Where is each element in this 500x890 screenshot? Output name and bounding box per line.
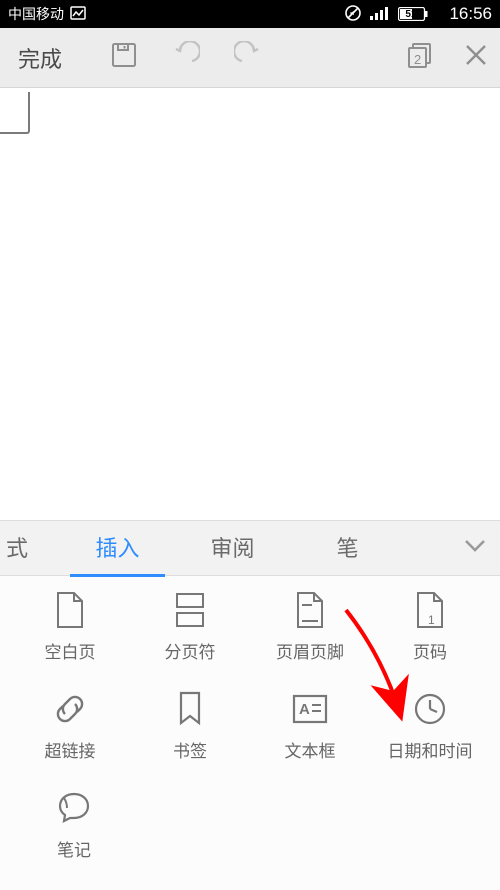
svg-text:A: A — [299, 701, 310, 718]
clock-label: 16:56 — [449, 4, 492, 24]
item-hyperlink[interactable]: 超链接 — [14, 689, 126, 762]
bookmark-label: 书签 — [173, 737, 207, 762]
screenshot-icon — [70, 6, 86, 23]
header-footer-icon — [290, 590, 330, 630]
page-break-label: 分页符 — [165, 638, 216, 663]
bookmark-icon — [170, 689, 210, 729]
document-canvas[interactable] — [0, 88, 500, 520]
textbox-icon: A — [290, 689, 330, 729]
blank-page-icon — [50, 590, 90, 630]
close-icon[interactable] — [462, 41, 490, 74]
done-button[interactable]: 完成 — [10, 42, 70, 74]
annotation-arrow — [328, 602, 438, 732]
datetime-label: 日期和时间 — [388, 737, 473, 762]
tab-review[interactable]: 审阅 — [175, 531, 290, 565]
item-bookmark[interactable]: 书签 — [134, 689, 246, 762]
battery-icon: 51 — [398, 7, 439, 21]
carrier-label: 中国移动 — [8, 4, 64, 24]
save-icon[interactable] — [110, 41, 138, 74]
note-icon — [54, 788, 94, 828]
collapse-chevron-icon[interactable] — [450, 539, 500, 558]
toolbar: 完成 2 — [0, 28, 500, 88]
mute-icon — [344, 4, 362, 25]
item-page-break[interactable]: 分页符 — [134, 590, 246, 663]
item-note[interactable]: 笔记 — [18, 788, 130, 861]
page-break-icon — [170, 590, 210, 630]
page-corner-marker — [0, 92, 30, 134]
redo-icon[interactable] — [234, 41, 262, 74]
undo-icon[interactable] — [172, 41, 200, 74]
tab-insert[interactable]: 插入 — [60, 531, 175, 565]
note-label: 笔记 — [57, 836, 91, 861]
tab-pen[interactable]: 笔 — [290, 531, 405, 565]
textbox-label: 文本框 — [285, 737, 336, 762]
item-blank-page[interactable]: 空白页 — [14, 590, 126, 663]
blank-page-label: 空白页 — [45, 638, 96, 663]
status-bar: 中国移动 51 16:56 — [0, 0, 500, 28]
pages-icon[interactable]: 2 — [406, 41, 434, 74]
hyperlink-label: 超链接 — [45, 737, 96, 762]
signal-icon — [370, 6, 390, 23]
bottom-tab-bar: 式 插入 审阅 笔 — [0, 520, 500, 576]
tab-format[interactable]: 式 — [0, 531, 60, 565]
hyperlink-icon — [50, 689, 90, 729]
